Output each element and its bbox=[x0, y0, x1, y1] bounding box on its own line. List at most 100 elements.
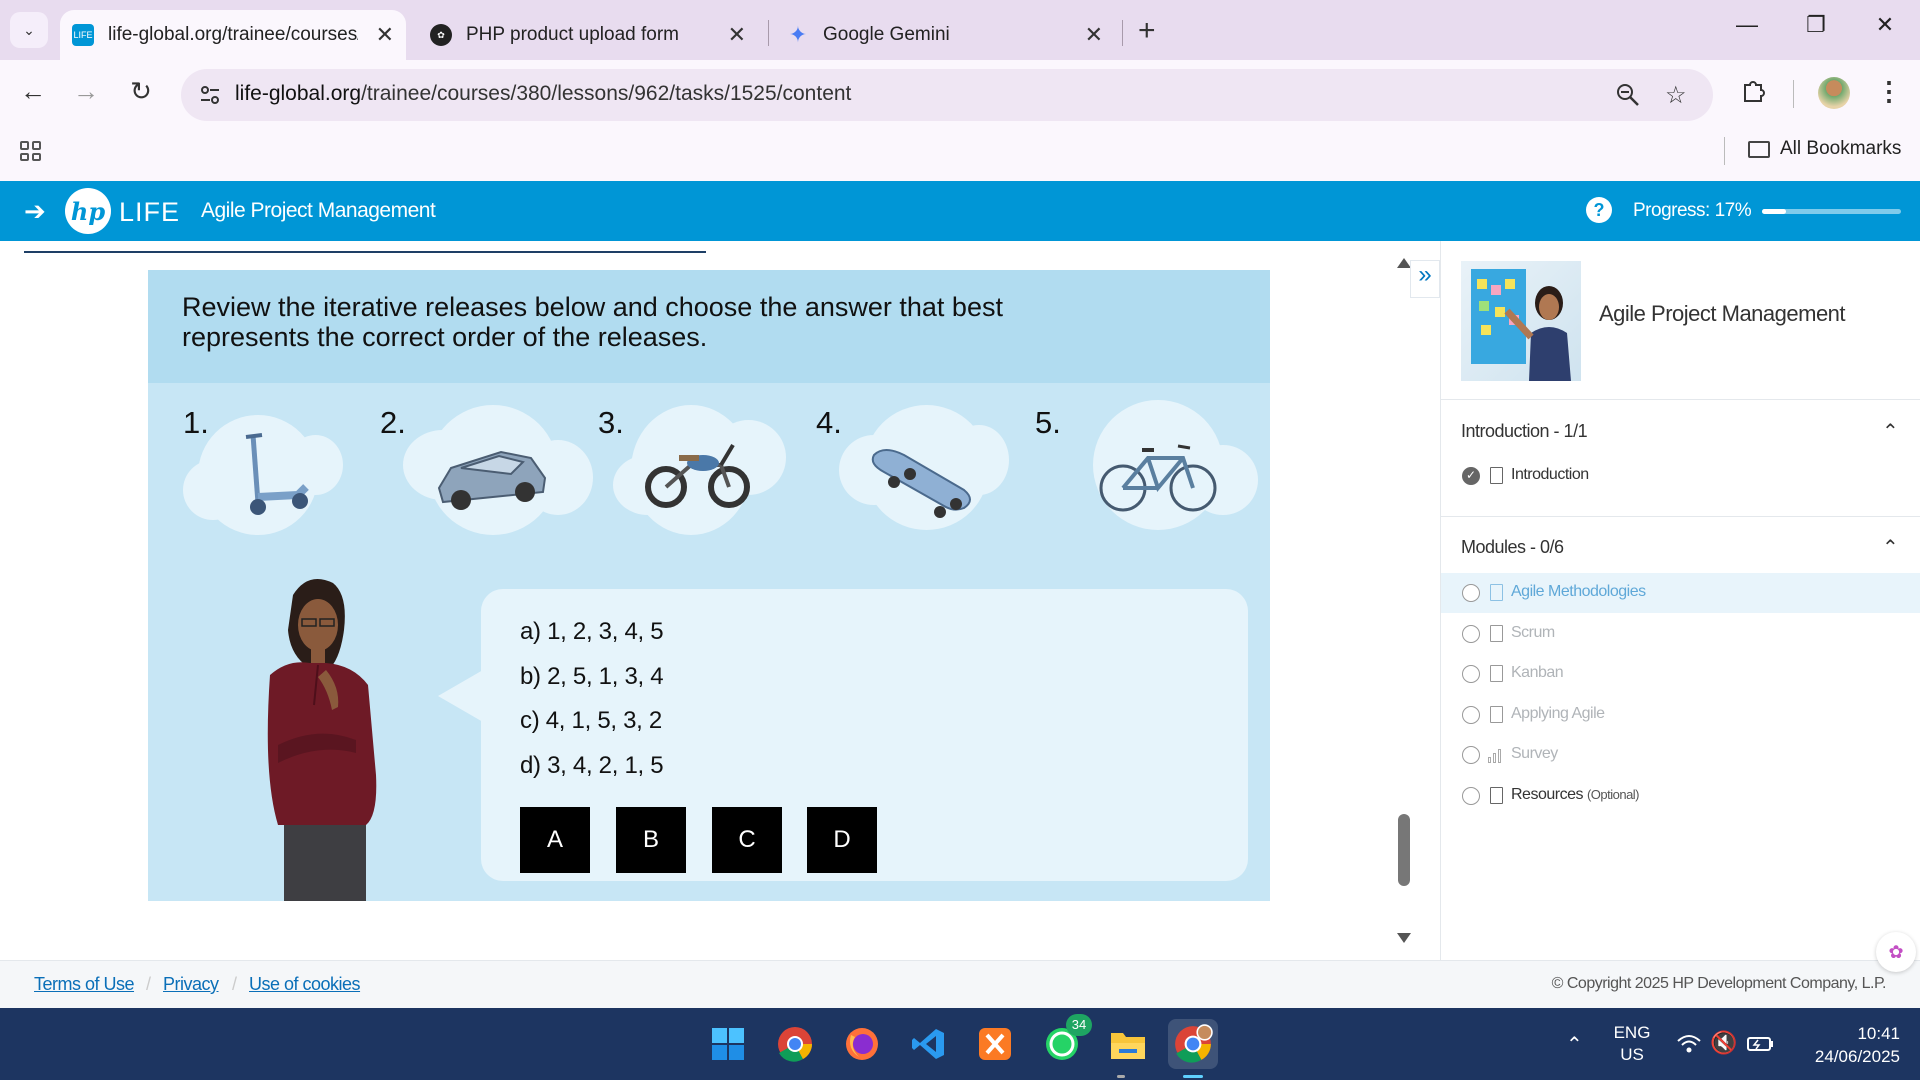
tab-life-global[interactable]: LIFE life-global.org/trainee/courses/ ✕ bbox=[60, 10, 406, 60]
sidebar-item-resources[interactable]: Resources (Optional) bbox=[1441, 776, 1920, 816]
release-number: 2. bbox=[380, 405, 406, 440]
close-icon[interactable]: ✕ bbox=[1085, 22, 1103, 48]
battery-icon[interactable] bbox=[1746, 1035, 1774, 1053]
folder-icon bbox=[1748, 140, 1770, 158]
thinking-woman-image bbox=[267, 579, 377, 901]
sidebar-item-label: Applying Agile bbox=[1511, 705, 1605, 722]
course-title: Agile Project Management bbox=[201, 199, 436, 222]
gemini-favicon-icon: ✦ bbox=[788, 22, 808, 47]
tab-title: Google Gemini bbox=[823, 24, 950, 45]
bookmarks-divider bbox=[1724, 137, 1725, 165]
windows-start-icon[interactable] bbox=[706, 1022, 750, 1066]
show-hidden-icons-icon[interactable]: ⌃ bbox=[1566, 1032, 1583, 1057]
document-icon bbox=[1490, 787, 1503, 804]
section-modules[interactable]: Modules - 0/6 bbox=[1461, 537, 1564, 558]
back-button[interactable]: ← bbox=[15, 76, 51, 107]
forward-button[interactable]: → bbox=[68, 76, 104, 107]
scooter-icon bbox=[245, 433, 309, 515]
task-card: Review the iterative releases below and … bbox=[148, 270, 1270, 901]
task-header: Review the iterative releases below and … bbox=[148, 270, 1270, 383]
chrome-icon[interactable] bbox=[773, 1022, 817, 1066]
sidebar-item-applying-agile[interactable]: Applying Agile bbox=[1441, 695, 1920, 735]
whatsapp-icon[interactable]: 34 bbox=[1040, 1014, 1092, 1066]
zoom-icon[interactable] bbox=[1615, 82, 1641, 108]
all-bookmarks-button[interactable]: All Bookmarks bbox=[1748, 138, 1901, 160]
radio-icon bbox=[1462, 584, 1480, 602]
toolbar-divider bbox=[1793, 80, 1794, 108]
url-text[interactable]: life-global.org/trainee/courses/380/less… bbox=[235, 82, 851, 106]
release-number: 1. bbox=[183, 405, 209, 440]
document-icon bbox=[1490, 584, 1503, 601]
menu-kebab-icon[interactable]: ⋮ bbox=[1876, 76, 1902, 107]
site-settings-icon[interactable] bbox=[197, 82, 223, 108]
sidebar-item-kanban[interactable]: Kanban bbox=[1441, 654, 1920, 694]
tab-php-upload[interactable]: ✿ PHP product upload form ✕ bbox=[418, 10, 758, 60]
lesson-content: Review the iterative releases below and … bbox=[0, 241, 1440, 960]
vscode-icon[interactable] bbox=[906, 1022, 950, 1066]
clock[interactable]: 10:41 24/06/2025 bbox=[1790, 1022, 1900, 1068]
life-favicon-icon: LIFE bbox=[72, 24, 94, 46]
scroll-up-arrow[interactable] bbox=[1397, 258, 1411, 268]
help-icon[interactable]: ? bbox=[1586, 197, 1612, 223]
chevron-up-icon[interactable]: ⌃ bbox=[1882, 535, 1899, 560]
radio-icon bbox=[1462, 665, 1480, 683]
close-icon[interactable]: ✕ bbox=[728, 22, 746, 48]
collapse-sidebar-icon[interactable]: » bbox=[1410, 260, 1440, 298]
question-text: Review the iterative releases below and … bbox=[182, 292, 1003, 352]
scrollbar-thumb[interactable] bbox=[1398, 814, 1410, 886]
bicycle-icon bbox=[1099, 444, 1217, 512]
options-bubble: a) 1, 2, 3, 4, 5 b) 2, 5, 1, 3, 4 c) 4, … bbox=[481, 589, 1248, 881]
chevron-down-icon: ⌄ bbox=[23, 21, 35, 38]
language-indicator[interactable]: ENG US bbox=[1610, 1022, 1654, 1066]
firefox-icon[interactable] bbox=[840, 1022, 884, 1066]
restore-button[interactable]: ❐ bbox=[1796, 12, 1836, 38]
address-bar[interactable]: life-global.org/trainee/courses/380/less… bbox=[181, 69, 1713, 121]
language-code: ENG bbox=[1613, 1023, 1651, 1042]
sidebar-divider bbox=[1441, 516, 1920, 517]
file-explorer-icon[interactable] bbox=[1106, 1022, 1150, 1066]
sidebar-item-introduction[interactable]: ✓ Introduction bbox=[1441, 456, 1920, 496]
sidebar-item-agile-methodologies[interactable]: Agile Methodologies bbox=[1441, 573, 1920, 613]
document-icon bbox=[1490, 625, 1503, 642]
xampp-icon[interactable] bbox=[973, 1022, 1017, 1066]
skateboard-icon bbox=[871, 449, 971, 518]
tab-gemini[interactable]: ✦ Google Gemini ✕ bbox=[775, 10, 1115, 60]
answer-b-button[interactable]: B bbox=[616, 807, 686, 873]
progress-label: Progress: 17% bbox=[1633, 200, 1752, 221]
hp-logo[interactable]: hp bbox=[65, 188, 111, 234]
cookies-link[interactable]: Use of cookies bbox=[249, 974, 361, 995]
document-icon bbox=[1490, 665, 1503, 682]
minimize-button[interactable]: — bbox=[1727, 12, 1767, 38]
chrome-profile-icon[interactable] bbox=[1168, 1019, 1218, 1069]
profile-avatar[interactable] bbox=[1818, 77, 1850, 109]
section-introduction[interactable]: Introduction - 1/1 bbox=[1461, 421, 1588, 442]
bookmark-star-icon[interactable]: ☆ bbox=[1665, 81, 1687, 110]
terms-link[interactable]: Terms of Use bbox=[34, 974, 135, 995]
chevron-up-icon[interactable]: ⌃ bbox=[1882, 419, 1899, 444]
privacy-link[interactable]: Privacy bbox=[163, 974, 219, 995]
region-code: US bbox=[1620, 1045, 1644, 1064]
brain-assistant-icon[interactable]: ✿ bbox=[1876, 932, 1916, 972]
back-arrow-icon[interactable]: ➔ bbox=[24, 196, 46, 227]
answer-a-button[interactable]: A bbox=[520, 807, 590, 873]
sidebar-item-scrum[interactable]: Scrum bbox=[1441, 614, 1920, 654]
extensions-icon[interactable] bbox=[1740, 76, 1768, 104]
wifi-icon[interactable] bbox=[1676, 1034, 1702, 1054]
answer-c-button[interactable]: C bbox=[712, 807, 782, 873]
volume-muted-icon[interactable]: 🔇 bbox=[1710, 1030, 1737, 1056]
release-number: 3. bbox=[598, 405, 624, 440]
radio-icon bbox=[1462, 746, 1480, 764]
close-icon[interactable]: ✕ bbox=[376, 22, 394, 48]
car-icon bbox=[437, 450, 547, 510]
app-header: ➔ hp LIFE Agile Project Management ? Pro… bbox=[0, 181, 1920, 241]
check-icon: ✓ bbox=[1462, 467, 1480, 485]
apps-grid-icon[interactable] bbox=[20, 141, 41, 161]
tab-search-button[interactable]: ⌄ bbox=[10, 12, 48, 48]
scroll-down-arrow[interactable] bbox=[1397, 933, 1411, 943]
answer-d-button[interactable]: D bbox=[807, 807, 877, 873]
sidebar-item-label: Agile Methodologies bbox=[1511, 583, 1646, 600]
window-close-button[interactable]: ✕ bbox=[1865, 12, 1905, 38]
reload-button[interactable]: ↻ bbox=[123, 76, 159, 107]
new-tab-button[interactable]: + bbox=[1138, 14, 1156, 48]
sidebar-item-survey[interactable]: Survey bbox=[1441, 735, 1920, 775]
